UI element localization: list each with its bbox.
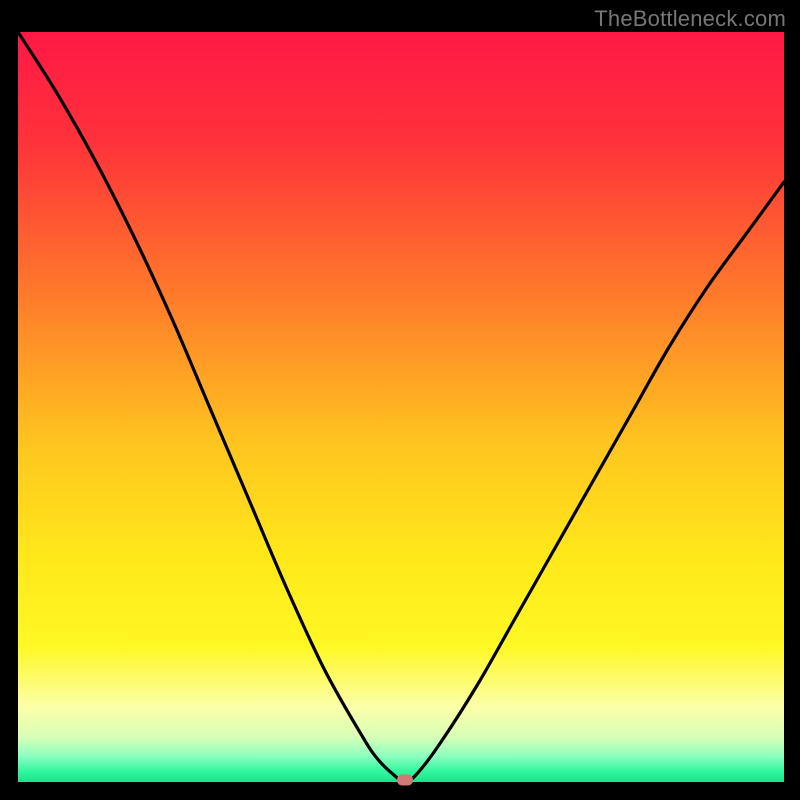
minimum-marker (397, 775, 413, 786)
watermark-text: TheBottleneck.com (594, 6, 786, 32)
gradient-background (18, 32, 784, 782)
chart-frame (18, 32, 784, 782)
chart-svg (18, 32, 784, 782)
